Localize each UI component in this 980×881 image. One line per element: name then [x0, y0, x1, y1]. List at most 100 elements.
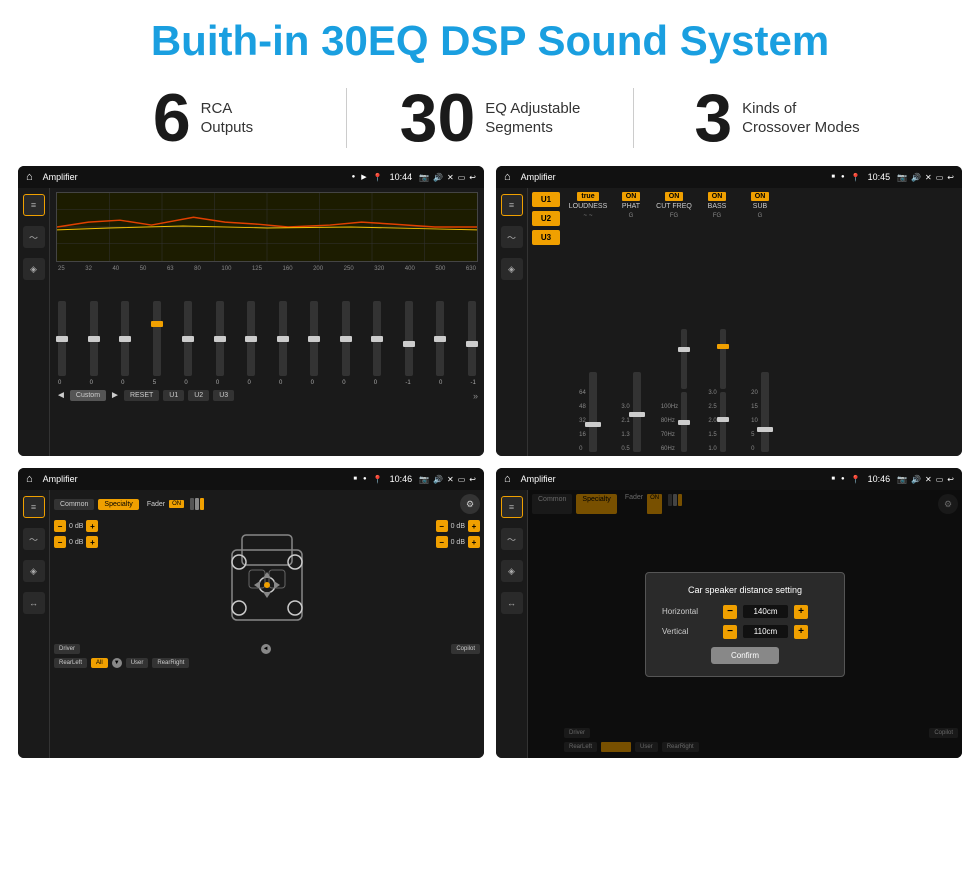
amp2-channels: true LOUDNESS ~~ 644832160 ON PHAT [568, 192, 958, 452]
plus-btn-2[interactable]: + [86, 536, 98, 548]
dialog-horizontal-minus[interactable]: − [723, 605, 737, 619]
sidebar-spk-icon-2[interactable]: ◈ [501, 258, 523, 280]
dot2-icon-2: ● [841, 174, 845, 180]
back-icon-4[interactable]: ↩ [947, 475, 954, 484]
phat-on[interactable]: ON [622, 192, 641, 201]
fader-on[interactable]: ON [169, 500, 184, 508]
prev-arrow[interactable]: ◄ [56, 390, 66, 401]
home-icon[interactable]: ⌂ [26, 171, 33, 183]
eq-slider-63[interactable] [184, 301, 192, 376]
eq-reset-btn[interactable]: RESET [124, 390, 159, 401]
eq-val-8: 0 [279, 380, 282, 386]
bass-on[interactable]: ON [708, 192, 727, 201]
confirm-button[interactable]: Confirm [711, 647, 779, 664]
eq-u2-btn[interactable]: U2 [188, 390, 209, 401]
loudness-name: LOUDNESS [569, 203, 608, 210]
loudness-slider[interactable] [589, 372, 597, 452]
bass-slider-g[interactable] [720, 392, 726, 452]
eq-slider-32[interactable] [90, 301, 98, 376]
dialog-horizontal-plus[interactable]: + [794, 605, 808, 619]
eq-u1-btn[interactable]: U1 [163, 390, 184, 401]
expand-arrow[interactable]: » [473, 391, 478, 401]
x-icon-3: ✕ [447, 475, 454, 484]
eq-slider-100[interactable] [247, 301, 255, 376]
time-4: 10:46 [868, 474, 891, 484]
btn-user[interactable]: User [126, 658, 149, 668]
amp2-row: U1 U2 U3 true LOUDNESS ~~ 644832160 [532, 192, 958, 452]
home-icon-2[interactable]: ⌂ [504, 171, 511, 183]
eq-slider-200[interactable] [342, 301, 350, 376]
eq-slider-320[interactable] [405, 301, 413, 376]
btn-rearleft[interactable]: RearLeft [54, 658, 87, 668]
eq-val-12: -1 [405, 380, 410, 386]
pin-icon-4: 📍 [851, 475, 861, 484]
minus-btn-3[interactable]: − [436, 520, 448, 532]
ch-bass: ON BASS FG 3.02.52.01.51.0 [697, 192, 737, 452]
eq-slider-40[interactable] [121, 301, 129, 376]
sidebar-spk-icon[interactable]: ◈ [23, 258, 45, 280]
play-arrow[interactable]: ► [110, 390, 120, 401]
u2-btn[interactable]: U2 [532, 211, 560, 226]
sidebar-wave-icon-4[interactable]: 〜 [501, 528, 523, 550]
sidebar-spk-icon-3[interactable]: ◈ [23, 560, 45, 582]
eq-slider-50[interactable] [153, 301, 161, 376]
sub-slider[interactable] [761, 372, 769, 452]
home-icon-3[interactable]: ⌂ [26, 473, 33, 485]
down-arrow-sc3[interactable]: ▼ [112, 658, 122, 668]
eq-slider-80[interactable] [216, 301, 224, 376]
settings-icon[interactable]: ⚙ [460, 494, 480, 514]
home-icon-4[interactable]: ⌂ [504, 473, 511, 485]
stat-rca-line1: RCA [201, 99, 254, 119]
btn-driver[interactable]: Driver [54, 644, 80, 654]
eq-slider-250[interactable] [373, 301, 381, 376]
eq-slider-500[interactable] [468, 301, 476, 376]
dialog-vertical-minus[interactable]: − [723, 625, 737, 639]
sidebar-eq-icon-3[interactable]: ≡ [23, 496, 45, 518]
eq-u3-btn[interactable]: U3 [213, 390, 234, 401]
stat-crossover-line1: Kinds of [742, 99, 860, 119]
sub-on[interactable]: ON [751, 192, 770, 201]
eq-custom-btn[interactable]: Custom [70, 390, 106, 401]
sidebar-wave-icon[interactable]: 〜 [23, 226, 45, 248]
minus-btn-2[interactable]: − [54, 536, 66, 548]
btn-copilot[interactable]: Copilot [451, 644, 480, 654]
sidebar-eq-icon-2[interactable]: ≡ [501, 194, 523, 216]
minus-btn-4[interactable]: − [436, 536, 448, 548]
sidebar-arrow-icon-3[interactable]: ↔ [23, 592, 45, 614]
cutfreq-on[interactable]: ON [665, 192, 684, 201]
plus-btn-3[interactable]: + [468, 520, 480, 532]
eq-slider-125[interactable] [279, 301, 287, 376]
sidebar-wave-icon-2[interactable]: 〜 [501, 226, 523, 248]
eq-slider-400[interactable] [436, 301, 444, 376]
sidebar-eq-icon[interactable]: ≡ [23, 194, 45, 216]
dialog-vertical-plus[interactable]: + [794, 625, 808, 639]
tab-specialty[interactable]: Specialty [98, 499, 138, 510]
minus-btn-1[interactable]: − [54, 520, 66, 532]
back-icon[interactable]: ↩ [469, 173, 476, 182]
bass-slider-f[interactable] [720, 329, 726, 389]
plus-btn-4[interactable]: + [468, 536, 480, 548]
back-icon-2[interactable]: ↩ [947, 173, 954, 182]
sidebar-eq-icon-4[interactable]: ≡ [501, 496, 523, 518]
eq-slider-25[interactable] [58, 301, 66, 376]
back-icon-3[interactable]: ↩ [469, 475, 476, 484]
db-val-4: 0 dB [451, 539, 465, 546]
app-title-3: Amplifier [43, 474, 348, 484]
sidebar-arrow-icon-4[interactable]: ↔ [501, 592, 523, 614]
loudness-on[interactable]: true [577, 192, 598, 201]
cutfreq-slider-g[interactable] [681, 392, 687, 452]
sidebar-wave-icon-3[interactable]: 〜 [23, 528, 45, 550]
plus-btn-1[interactable]: + [86, 520, 98, 532]
btn-all[interactable]: All [91, 658, 108, 668]
play-icon-1: ▶ [361, 173, 366, 181]
sidebar-spk-icon-4[interactable]: ◈ [501, 560, 523, 582]
cutfreq-slider-f[interactable] [681, 329, 687, 389]
u3-btn[interactable]: U3 [532, 230, 560, 245]
u1-btn[interactable]: U1 [532, 192, 560, 207]
phat-slider[interactable] [633, 372, 641, 452]
tab-common[interactable]: Common [54, 499, 94, 510]
stat-crossover-number: 3 [694, 84, 732, 152]
left-arrow-sc3[interactable]: ◄ [261, 644, 271, 654]
eq-slider-160[interactable] [310, 301, 318, 376]
btn-rearright[interactable]: RearRight [152, 658, 189, 668]
